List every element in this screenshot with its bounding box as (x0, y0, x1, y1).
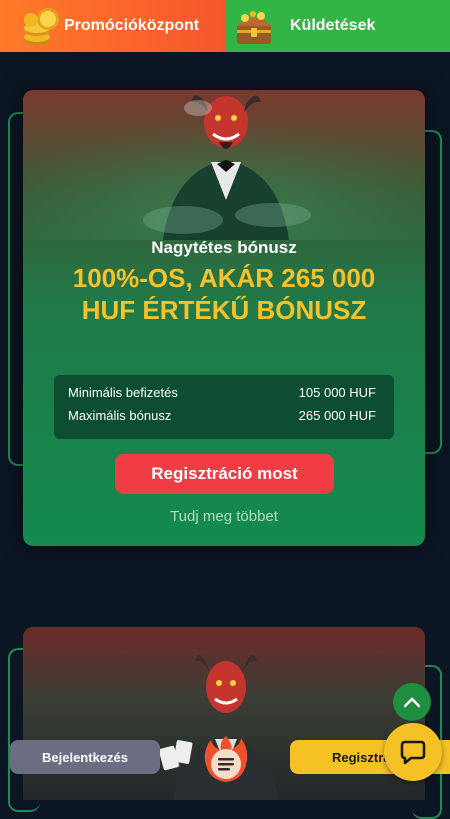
detail-row-max-bonus: Maximális bónusz 265 000 HUF (68, 408, 376, 428)
detail-label: Maximális bónusz (68, 408, 172, 423)
scroll-up-button[interactable] (393, 683, 431, 721)
detail-row-min-deposit: Minimális befizetés 105 000 HUF (68, 385, 376, 405)
tab-promotions[interactable]: Promócióközpont (0, 0, 225, 52)
detail-value: 265 000 HUF (298, 408, 376, 423)
bonus-details-table: Minimális befizetés 105 000 HUF Maximáli… (54, 375, 394, 439)
register-now-button[interactable]: Regisztráció most (115, 454, 334, 494)
learn-more-link[interactable]: Tudj meg többet (23, 508, 425, 525)
coins-icon (24, 8, 59, 45)
devil-mascot-image (23, 90, 425, 240)
bonus-kicker: Nagytétes bónusz (151, 238, 297, 257)
detail-label: Minimális befizetés (68, 385, 178, 400)
menu-button[interactable] (201, 734, 251, 784)
chat-button[interactable] (384, 723, 442, 781)
top-tabs: Promócióközpont Küldetések (0, 0, 450, 52)
detail-value: 105 000 HUF (298, 385, 376, 400)
tab-quests-label: Küldetések (290, 17, 376, 34)
menu-icon (204, 736, 248, 782)
tab-quests[interactable]: Küldetések (225, 0, 450, 52)
chevron-up-icon (403, 697, 421, 708)
bonus-card: Nagytétes bónusz 100%-OS, AKÁR 265 000 H… (23, 90, 425, 546)
bonus-title: 100%-OS, AKÁR 265 000 HUF ÉRTÉKŰ BÓNUSZ (72, 263, 376, 325)
chat-icon (400, 740, 426, 765)
tab-promotions-label: Promócióközpont (64, 17, 200, 34)
treasure-chest-icon (237, 11, 271, 44)
login-button[interactable]: Bejelentkezés (10, 740, 160, 774)
